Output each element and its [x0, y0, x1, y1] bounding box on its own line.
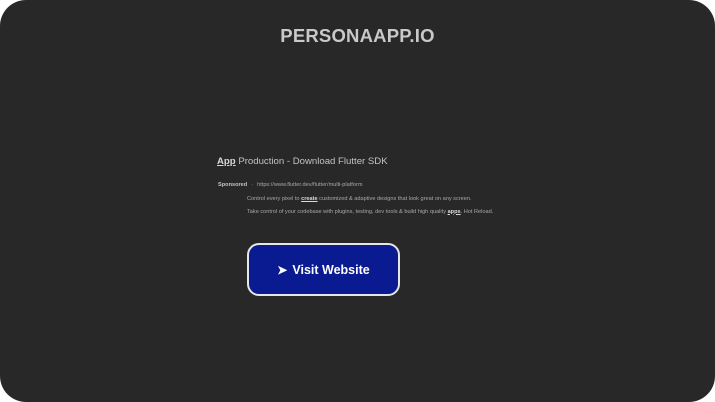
ad-description-line-1: Control every pixel to create customized… — [247, 193, 512, 206]
visit-website-button[interactable]: ➤ Visit Website — [247, 243, 400, 296]
arrow-right-icon: ➤ — [277, 262, 288, 277]
visit-website-label: Visit Website — [292, 262, 370, 277]
ad-heading-keyword[interactable]: App — [217, 156, 236, 167]
ad-text: Take control of your codebase with plugi… — [247, 208, 448, 215]
ad-text: customized & adaptive designs that look … — [317, 196, 472, 202]
sponsored-label: Sponsored — [218, 182, 248, 188]
ad-url[interactable]: https://www.flutter.dev/flutter/multi-pl… — [257, 182, 362, 188]
ad-description: Control every pixel to create customized… — [247, 193, 512, 218]
separator-dot: · — [251, 182, 254, 188]
site-title: PERSONAAPP.IO — [280, 25, 435, 46]
page-frame: PERSONAAPP.IO App Production - Download … — [0, 0, 715, 402]
sponsor-row: Sponsored · https://www.flutter.dev/flutte… — [218, 182, 362, 188]
ad-description-line-2: Take control of your codebase with plugi… — [247, 206, 512, 219]
ad-text: . Hot Reload. — [460, 208, 494, 215]
ad-keyword-create[interactable]: create — [301, 196, 317, 202]
ad-heading[interactable]: App Production - Download Flutter SDK — [217, 156, 388, 167]
ad-heading-text[interactable]: Production - Download Flutter SDK — [236, 156, 387, 167]
ad-text: Control every pixel to — [247, 196, 302, 202]
ad-keyword-apps[interactable]: apps — [448, 209, 461, 215]
